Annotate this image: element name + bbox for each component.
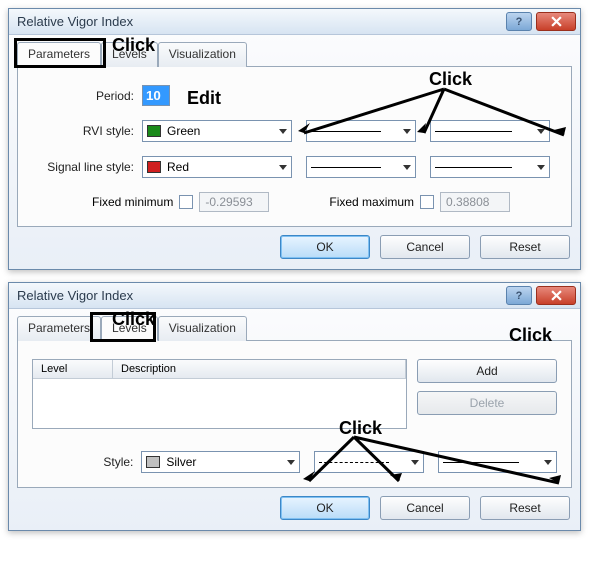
levels-panel: Level Description Add Delete Style: Silv… <box>17 340 572 488</box>
style-line-width-select[interactable] <box>438 451 557 473</box>
tab-visualization[interactable]: Visualization <box>158 42 247 67</box>
rvi-line-width-select[interactable] <box>430 120 550 142</box>
tab-strip: Parameters Levels Visualization <box>17 315 580 340</box>
chevron-down-icon <box>403 165 411 170</box>
tab-levels[interactable]: Levels <box>101 42 158 67</box>
signal-style-label: Signal line style: <box>32 160 142 174</box>
chevron-down-icon <box>537 165 545 170</box>
signal-line-style-select[interactable] <box>306 156 416 178</box>
tab-parameters[interactable]: Parameters <box>17 316 101 341</box>
help-button[interactable]: ? <box>506 12 532 31</box>
chevron-down-icon <box>279 129 287 134</box>
line-style-icon <box>311 167 381 168</box>
side-buttons: Add Delete <box>417 359 557 415</box>
fixed-max-label: Fixed maximum <box>329 195 414 209</box>
window-title: Relative Vigor Index <box>17 288 502 303</box>
color-swatch-icon <box>147 125 161 137</box>
help-button[interactable]: ? <box>506 286 532 305</box>
button-bar: OK Cancel Reset <box>9 496 580 530</box>
fixed-min-value: -0.29593 <box>199 192 269 212</box>
color-swatch-icon <box>146 456 160 468</box>
reset-button[interactable]: Reset <box>480 235 570 259</box>
close-button[interactable] <box>536 286 576 305</box>
reset-button[interactable]: Reset <box>480 496 570 520</box>
ok-button[interactable]: OK <box>280 496 370 520</box>
tab-strip: Parameters Levels Visualization <box>17 41 580 66</box>
titlebar[interactable]: Relative Vigor Index ? <box>9 9 580 35</box>
period-input[interactable] <box>142 85 170 106</box>
col-level[interactable]: Level <box>33 360 113 378</box>
rvi-style-label: RVI style: <box>32 124 142 138</box>
rvi-line-style-select[interactable] <box>306 120 416 142</box>
close-button[interactable] <box>536 12 576 31</box>
chevron-down-icon <box>279 165 287 170</box>
style-color-value: Silver <box>166 455 196 469</box>
style-line-style-select[interactable] <box>314 451 423 473</box>
chevron-down-icon <box>403 129 411 134</box>
chevron-down-icon <box>537 129 545 134</box>
close-icon <box>551 16 562 27</box>
dialog-parameters: Relative Vigor Index ? Click Edit Click … <box>8 8 581 270</box>
fixed-max-value: 0.38808 <box>440 192 510 212</box>
fixed-max-checkbox[interactable] <box>420 195 434 209</box>
signal-color-select[interactable]: Red <box>142 156 292 178</box>
color-swatch-icon <box>147 161 161 173</box>
dialog-levels: Relative Vigor Index ? Click Click Click… <box>8 282 581 531</box>
close-icon <box>551 290 562 301</box>
line-style-icon <box>319 462 389 463</box>
line-width-icon <box>435 167 512 168</box>
style-label: Style: <box>32 455 141 469</box>
chevron-down-icon <box>544 460 552 465</box>
signal-line-width-select[interactable] <box>430 156 550 178</box>
line-style-icon <box>311 131 381 132</box>
rvi-color-select[interactable]: Green <box>142 120 292 142</box>
ok-button[interactable]: OK <box>280 235 370 259</box>
chevron-down-icon <box>411 460 419 465</box>
fixed-min-checkbox[interactable] <box>179 195 193 209</box>
tab-levels[interactable]: Levels <box>101 316 158 341</box>
chevron-down-icon <box>287 460 295 465</box>
list-header: Level Description <box>33 360 406 379</box>
delete-button[interactable]: Delete <box>417 391 557 415</box>
col-description[interactable]: Description <box>113 360 406 378</box>
levels-listview[interactable]: Level Description <box>32 359 407 429</box>
add-button[interactable]: Add <box>417 359 557 383</box>
window-title: Relative Vigor Index <box>17 14 502 29</box>
parameters-panel: Period: RVI style: Green Signal line sty… <box>17 66 572 227</box>
cancel-button[interactable]: Cancel <box>380 496 470 520</box>
signal-color-value: Red <box>167 160 189 174</box>
period-label: Period: <box>32 89 142 103</box>
tab-parameters[interactable]: Parameters <box>17 42 101 67</box>
titlebar[interactable]: Relative Vigor Index ? <box>9 283 580 309</box>
line-width-icon <box>443 462 520 463</box>
line-width-icon <box>435 131 512 132</box>
fixed-min-label: Fixed minimum <box>92 195 173 209</box>
tab-visualization[interactable]: Visualization <box>158 316 247 341</box>
button-bar: OK Cancel Reset <box>9 235 580 269</box>
cancel-button[interactable]: Cancel <box>380 235 470 259</box>
style-color-select[interactable]: Silver <box>141 451 300 473</box>
rvi-color-value: Green <box>167 124 200 138</box>
